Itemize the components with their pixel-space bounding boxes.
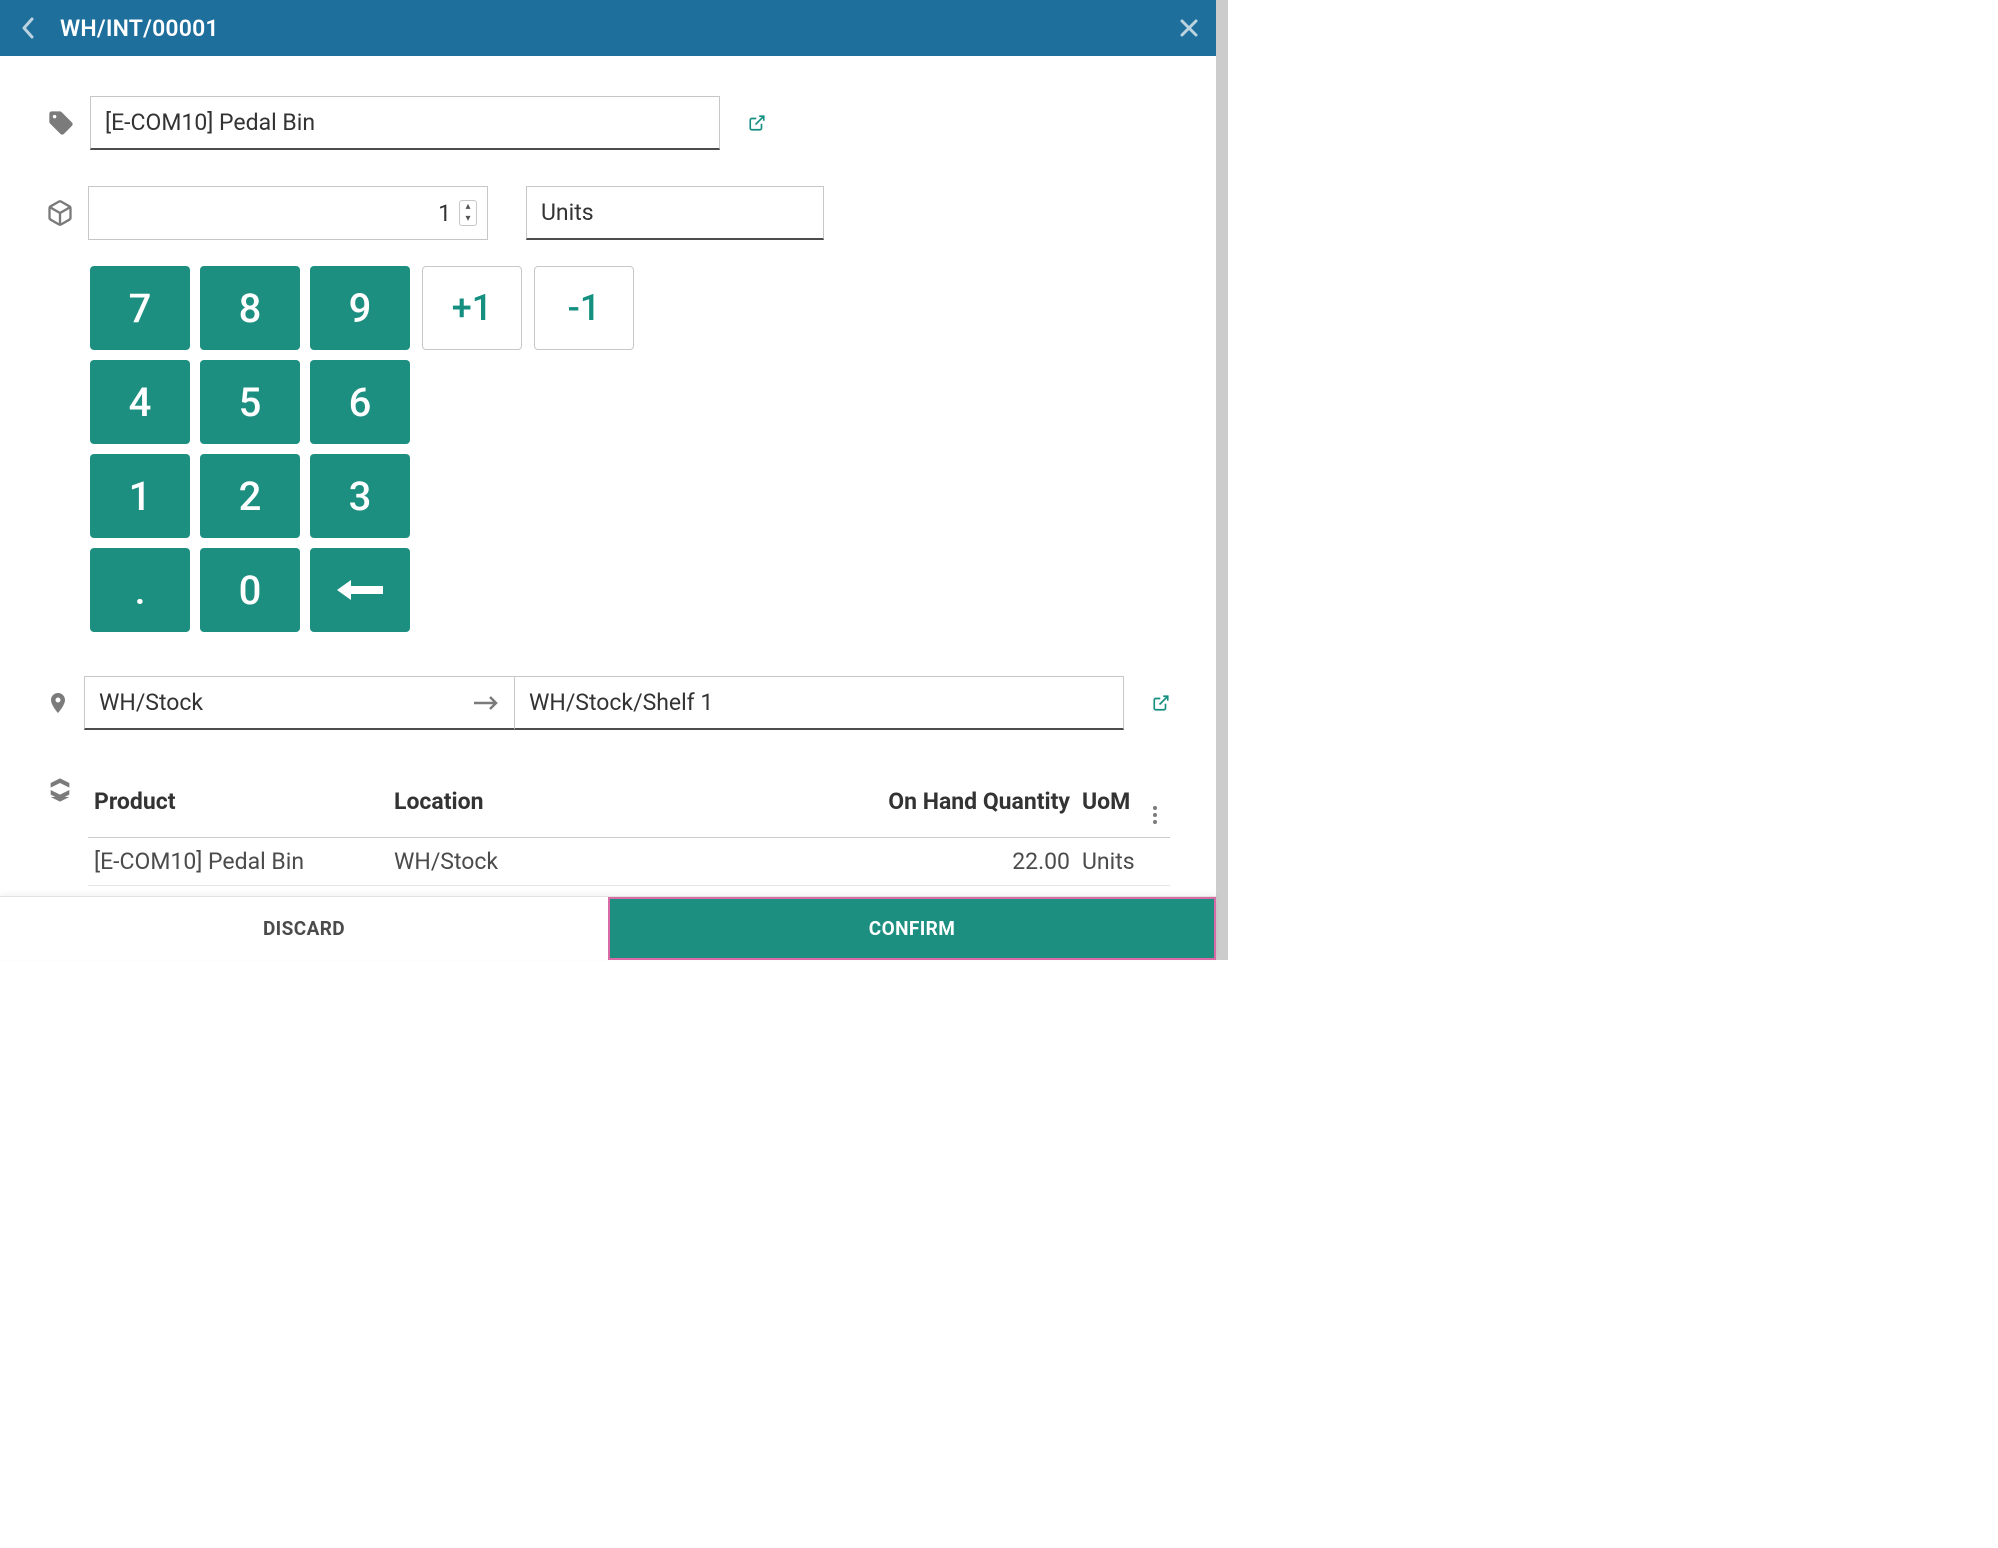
key-5[interactable]: 5: [200, 360, 300, 444]
quantity-section: 1 ▴ ▾ Units 7 8 9 4 5 6: [46, 186, 1170, 632]
key-6[interactable]: 6: [310, 360, 410, 444]
inventory-icon: [46, 770, 74, 804]
back-button[interactable]: [18, 14, 38, 42]
increment-button[interactable]: +1: [422, 266, 522, 350]
cell-qty: 22.00: [856, 838, 1076, 886]
table-row[interactable]: [E-COM10] Pedal Bin WH/Input/Order Proce…: [88, 886, 1170, 897]
col-location: Location: [388, 770, 856, 838]
table-options-button[interactable]: [1152, 780, 1164, 825]
cell-location: WH/Stock: [388, 838, 856, 886]
external-link-icon: [748, 114, 766, 132]
key-7[interactable]: 7: [90, 266, 190, 350]
location-icon: [46, 688, 70, 718]
location-external-link[interactable]: [1152, 694, 1170, 712]
key-1[interactable]: 1: [90, 454, 190, 538]
stock-section: Product Location On Hand Quantity UoM: [46, 770, 1170, 896]
confirm-button[interactable]: CONFIRM: [608, 897, 1216, 960]
footer-bar: DISCARD CONFIRM: [0, 896, 1216, 960]
app-window: WH/INT/00001 [E-COM10] Pedal Bin: [0, 0, 1228, 960]
uom-input[interactable]: Units: [526, 186, 824, 240]
key-dot[interactable]: .: [90, 548, 190, 632]
key-2[interactable]: 2: [200, 454, 300, 538]
product-input[interactable]: [E-COM10] Pedal Bin: [90, 96, 720, 150]
quantity-value: 1: [438, 200, 451, 227]
quantity-row: 1 ▴ ▾ Units: [46, 186, 1170, 240]
product-input-value: [E-COM10] Pedal Bin: [105, 109, 315, 136]
location-from-input[interactable]: WH/Stock: [84, 676, 514, 730]
discard-button[interactable]: DISCARD: [0, 897, 608, 960]
backspace-icon: [335, 577, 385, 603]
table-header-row: Product Location On Hand Quantity UoM: [88, 770, 1170, 838]
decrement-button[interactable]: -1: [534, 266, 634, 350]
location-row: WH/Stock WH/Stock/Shelf 1: [46, 676, 1170, 730]
close-button[interactable]: [1180, 19, 1198, 37]
col-uom: UoM: [1076, 770, 1146, 838]
close-icon: [1180, 19, 1198, 37]
location-from-value: WH/Stock: [99, 689, 203, 716]
key-backspace[interactable]: [310, 548, 410, 632]
header-bar: WH/INT/00001: [0, 0, 1216, 56]
location-to-value: WH/Stock/Shelf 1: [529, 689, 713, 716]
col-product: Product: [88, 770, 388, 838]
kebab-icon: [1152, 805, 1158, 825]
key-0[interactable]: 0: [200, 548, 300, 632]
cell-qty: 5.00: [856, 886, 1076, 897]
tag-icon: [46, 109, 76, 137]
stock-table: Product Location On Hand Quantity UoM: [88, 770, 1170, 896]
product-external-link[interactable]: [748, 114, 766, 132]
cell-uom: Units: [1076, 886, 1146, 897]
keypad-area: 7 8 9 4 5 6 1 2 3 . 0: [90, 266, 1170, 632]
key-3[interactable]: 3: [310, 454, 410, 538]
key-4[interactable]: 4: [90, 360, 190, 444]
package-icon: [46, 199, 74, 227]
external-link-icon: [1152, 694, 1170, 712]
cell-product: [E-COM10] Pedal Bin: [88, 838, 388, 886]
spinner-down-icon: ▾: [465, 214, 470, 224]
cell-location: WH/Input/Order Processing: [388, 886, 856, 897]
product-row: [E-COM10] Pedal Bin: [46, 96, 1170, 150]
col-qty: On Hand Quantity: [856, 770, 1076, 838]
uom-value: Units: [541, 199, 594, 226]
quantity-spinner[interactable]: ▴ ▾: [459, 200, 477, 226]
key-8[interactable]: 8: [200, 266, 300, 350]
cell-product: [E-COM10] Pedal Bin: [88, 886, 388, 897]
page-title: WH/INT/00001: [60, 15, 219, 42]
location-inputs: WH/Stock WH/Stock/Shelf 1: [84, 676, 1124, 730]
key-9[interactable]: 9: [310, 266, 410, 350]
numeric-keypad: 7 8 9 4 5 6 1 2 3 . 0: [90, 266, 410, 632]
cell-uom: Units: [1076, 838, 1146, 886]
body: [E-COM10] Pedal Bin 1: [0, 56, 1216, 896]
arrow-right-icon: [472, 695, 500, 711]
table-row[interactable]: [E-COM10] Pedal Bin WH/Stock 22.00 Units: [88, 838, 1170, 886]
spinner-up-icon: ▴: [465, 202, 470, 212]
chevron-left-icon: [21, 17, 35, 39]
location-to-input[interactable]: WH/Stock/Shelf 1: [514, 676, 1124, 730]
quantity-input[interactable]: 1 ▴ ▾: [88, 186, 488, 240]
